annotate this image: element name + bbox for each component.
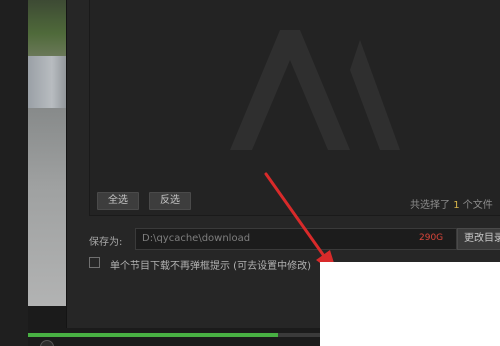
select-all-button[interactable]: 全选 [97, 192, 139, 210]
no-popup-checkbox[interactable] [89, 257, 100, 268]
video-preview [28, 0, 68, 306]
save-path-input[interactable]: D:\qycache\download [135, 228, 457, 250]
episode-list-panel [89, 0, 500, 216]
selected-count-summary: 共选择了 1 个文件 [410, 196, 493, 211]
selected-count: 1 [453, 200, 460, 211]
free-space-indicator: 290G [419, 233, 444, 243]
playback-progress-fill [28, 333, 279, 337]
selected-prefix: 共选择了 [410, 200, 450, 211]
play-control-icon[interactable] [40, 340, 54, 346]
no-popup-checkbox-label[interactable]: 单个节目下载不再弹框提示 (可去设置中修改) [110, 257, 311, 272]
invert-selection-button[interactable]: 反选 [149, 192, 191, 210]
selected-suffix: 个文件 [462, 200, 493, 211]
video-trees [28, 0, 68, 56]
left-edge-strip [0, 0, 28, 346]
save-as-label: 保存为: [89, 237, 123, 248]
change-directory-button[interactable]: 更改目录 [457, 228, 500, 250]
video-wall [28, 56, 68, 108]
redaction-box [320, 262, 500, 346]
video-road [28, 108, 68, 306]
watermark-icon [230, 30, 400, 150]
